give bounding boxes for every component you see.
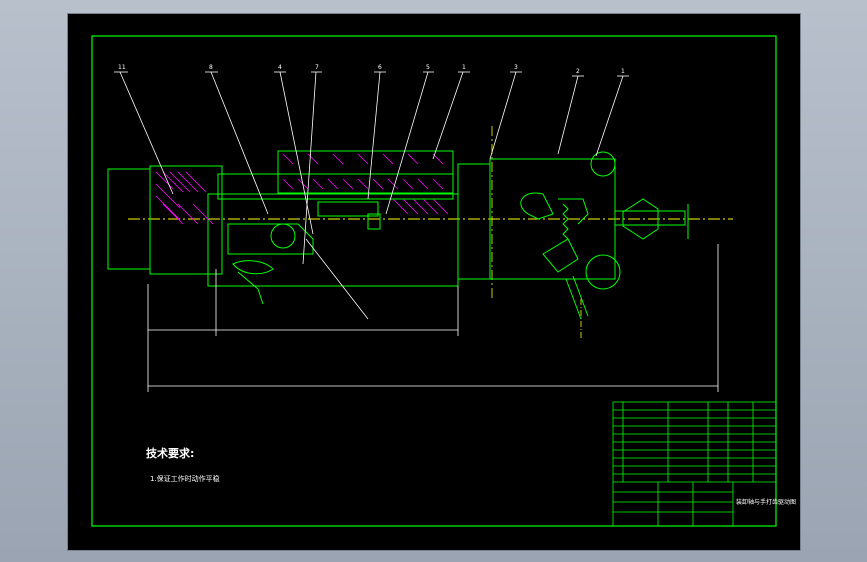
trip-lever [542,238,579,273]
left-flange [149,165,223,275]
balloon-label: 11 [118,64,126,71]
balloon-label: 7 [315,64,319,71]
title-block [612,401,777,527]
leader-8 [210,71,269,215]
title-area [613,482,734,526]
cad-drawing: 技术要求: 1.保证工作时动作平稳 装卸轴与手打齿驱动图 11 8 4 7 6 … [91,35,796,527]
title-block-frame [612,401,777,527]
tech-req-item-1: 1.保证工作时动作平稳 [150,474,220,483]
assembly-main-view [107,150,689,320]
hatch-upper [282,153,444,165]
leader-1a [432,71,464,160]
leader-3 [489,71,517,160]
leader-2 [557,75,579,155]
balloon-label: 1 [621,68,625,75]
balloon-label: 8 [209,64,213,71]
spring-arm [558,198,589,225]
cam-hook [232,260,274,275]
balloon-label: 1 [462,64,466,71]
locking-block [227,223,314,255]
balloon-ticks [114,71,629,77]
dimension-lines [147,244,719,392]
leader-1b [595,75,624,157]
hatch-left-flange [155,171,214,225]
upper-roller [590,151,616,177]
hand-lever-edge [572,275,589,317]
drawing-frame [91,35,777,527]
extension-rod [614,210,686,226]
leader-11b [305,238,369,320]
hook-pawl [520,192,554,220]
leader-11 [119,71,174,195]
balloon-label: 5 [426,64,430,71]
balloon-label: 3 [514,64,518,71]
leader-4 [279,71,314,235]
parts-list [613,402,776,483]
drawing-title: 装卸轴与手打齿驱动图 [736,498,796,506]
hand-lever [565,278,582,320]
balloon-label: 4 [278,64,282,71]
hatch-sleeve [282,178,444,190]
drawing-sheet: 技术要求: 1.保证工作时动作平稳 装卸轴与手打齿驱动图 11 8 4 7 6 … [67,13,801,551]
leader-lines [119,71,624,320]
lower-bracket [237,271,264,305]
balloon-label: 2 [576,68,580,75]
frame-neck [457,163,491,280]
spring [562,203,569,240]
section-hatching [155,153,449,225]
tech-req-title: 技术要求: [146,446,194,460]
pivot-pin [270,223,296,249]
balloon-label: 6 [378,64,382,71]
hatch-right-block [392,198,449,215]
